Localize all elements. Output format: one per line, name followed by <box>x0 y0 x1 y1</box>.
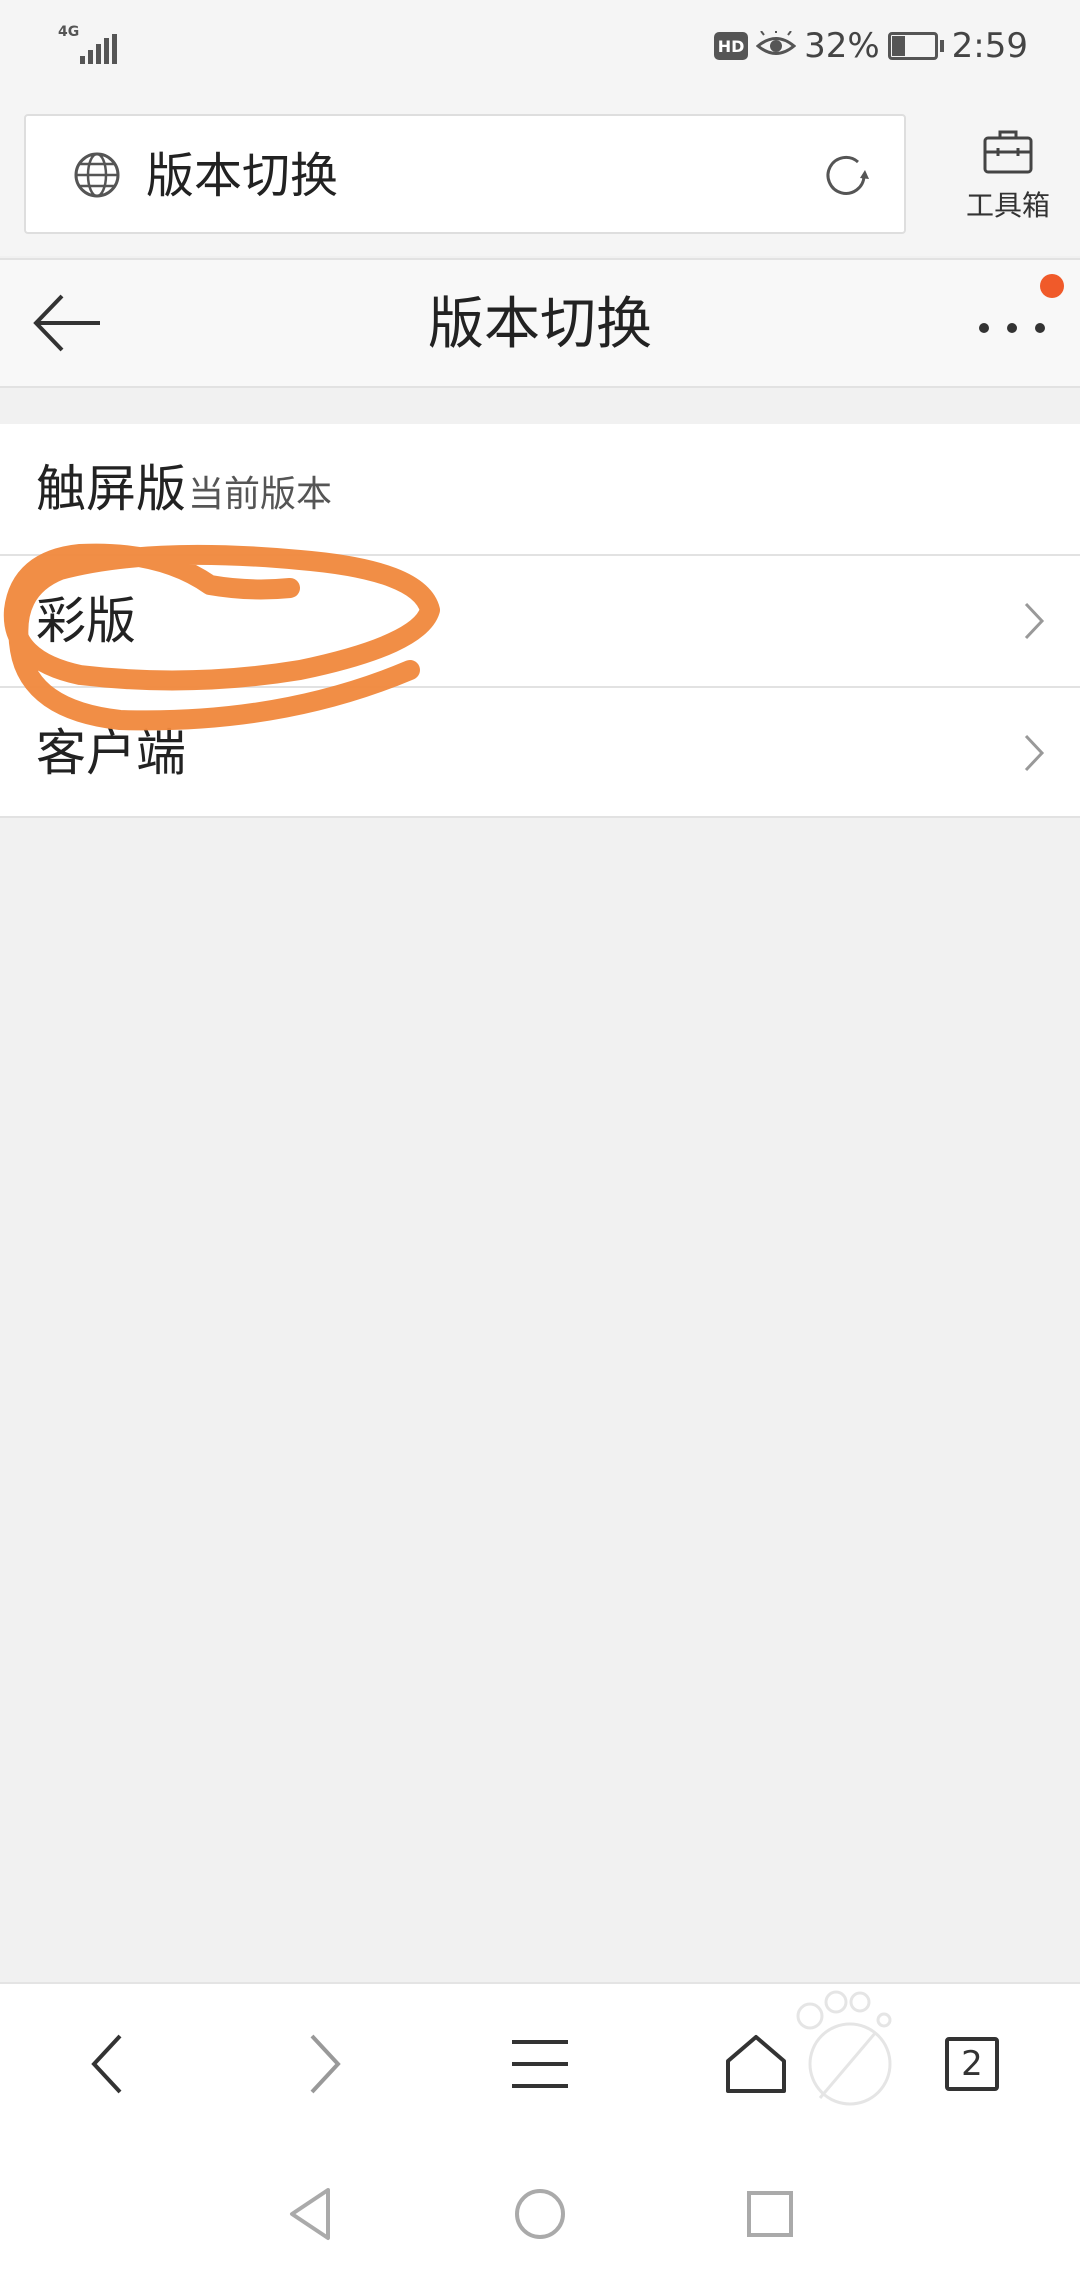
eye-comfort-icon <box>756 31 797 55</box>
battery-icon <box>887 32 944 60</box>
chevron-right-icon <box>310 2034 341 2094</box>
status-bar: 4G HD 32% 2:59 <box>0 0 1080 92</box>
menu-button[interactable] <box>490 2014 590 2114</box>
nav-forward-button[interactable] <box>274 2014 374 2114</box>
mascot-icon <box>796 1990 892 2106</box>
tabs-button[interactable]: 2 <box>922 2014 1022 2114</box>
more-dots-icon[interactable] <box>974 300 1050 350</box>
version-option-color[interactable]: 彩版 <box>0 556 1080 686</box>
page-header: 版本切换 <box>0 258 1080 388</box>
hd-badge: HD <box>714 32 749 60</box>
battery-percent: 32% <box>804 26 880 66</box>
page-title: 版本切换 <box>428 292 652 357</box>
chevron-right-icon <box>1024 734 1045 772</box>
current-version-tag: 当前版本 <box>188 474 333 515</box>
version-label: 客户端 <box>36 724 186 782</box>
system-nav-bar <box>0 2142 1080 2280</box>
version-label: 彩版 <box>36 592 136 650</box>
toolbox-label: 工具箱 <box>965 189 1050 222</box>
globe-icon <box>74 152 120 198</box>
browser-screen: 4G HD 32% 2:59 版本切换 工具箱 版本切换 触屏版当前版本 彩版 … <box>0 0 1080 2280</box>
refresh-icon[interactable] <box>818 148 874 204</box>
system-back-icon[interactable] <box>280 2184 340 2244</box>
version-list: 触屏版当前版本 彩版 客户端 <box>0 424 1080 818</box>
version-option-touch[interactable]: 触屏版当前版本 <box>0 424 1080 554</box>
url-field[interactable]: 版本切换 <box>24 114 906 234</box>
bottom-toolbar: 2 <box>0 1982 1080 2142</box>
version-label: 触屏版 <box>36 460 186 518</box>
chevron-left-icon <box>91 2034 122 2094</box>
notification-badge <box>1040 274 1064 298</box>
address-bar: 版本切换 工具箱 <box>0 92 1080 256</box>
system-recents-icon[interactable] <box>740 2184 800 2244</box>
tab-count: 2 <box>945 2037 999 2091</box>
menu-icon <box>512 2040 568 2088</box>
toolbox-button[interactable]: 工具箱 <box>958 128 1058 228</box>
nav-back-button[interactable] <box>58 2014 158 2114</box>
back-arrow-icon[interactable] <box>30 288 106 358</box>
clock: 2:59 <box>951 26 1028 66</box>
signal-icon: 4G <box>58 24 118 64</box>
system-home-icon[interactable] <box>510 2184 570 2244</box>
url-text: 版本切换 <box>146 148 339 204</box>
version-option-client[interactable]: 客户端 <box>0 688 1080 818</box>
toolbox-icon <box>983 130 1033 174</box>
network-type: 4G <box>58 24 80 40</box>
home-icon <box>726 2035 786 2093</box>
chevron-right-icon <box>1024 602 1045 640</box>
